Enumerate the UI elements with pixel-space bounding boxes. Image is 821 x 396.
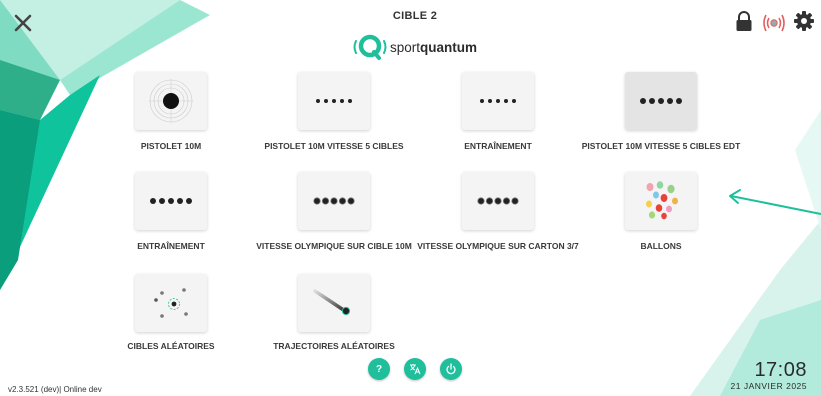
balloons-icon — [646, 181, 678, 220]
annotation-arrow-icon — [729, 189, 821, 215]
mode-label: CIBLES ALÉATOIRES — [127, 341, 215, 351]
logo-mark-icon — [353, 34, 387, 60]
mode-tile-pistolet-vitesse-5[interactable] — [298, 72, 370, 130]
mode-label: PISTOLET 10M VITESSE 5 CIBLES EDT — [581, 141, 741, 151]
trajectory-icon — [313, 289, 351, 316]
five-ringed-dots-icon — [313, 197, 355, 205]
clock-time: 17:08 — [754, 359, 807, 381]
mode-label: ENTRAÎNEMENT — [137, 241, 205, 251]
five-big-dots-icon — [640, 98, 682, 104]
mode-tile-pistolet-10m[interactable] — [135, 72, 207, 130]
mode-label: BALLONS — [640, 241, 682, 251]
lock-icon[interactable] — [733, 10, 755, 32]
close-button[interactable] — [10, 10, 36, 36]
mode-label: VITESSE OLYMPIQUE SUR CIBLE 10M — [256, 241, 412, 251]
mode-tile-trajectoires-aleatoires[interactable] — [298, 274, 370, 332]
mode-tile-ballons[interactable] — [625, 172, 697, 230]
power-icon — [446, 363, 456, 375]
logo-text: sportquantum — [390, 39, 478, 55]
target-title: CIBLE 2 — [392, 10, 438, 22]
mode-tile-vitesse-olympique-carton[interactable] — [462, 172, 534, 230]
five-dots-icon — [480, 99, 516, 103]
version-label: v2.3.521 (dev)| Online dev — [8, 385, 102, 394]
clock-date: 21 JANVIER 2025 — [730, 381, 807, 391]
mode-tile-cibles-aleatoires[interactable] — [135, 274, 207, 332]
top-toolbar — [733, 10, 815, 32]
pistol-target-icon — [149, 79, 193, 123]
mode-tile-entrainement-2[interactable] — [135, 172, 207, 230]
close-icon — [14, 14, 32, 32]
help-icon: ? — [375, 363, 383, 375]
wireless-sensor-icon[interactable] — [761, 10, 787, 32]
help-button[interactable]: ? — [368, 358, 390, 380]
five-dots-icon — [316, 99, 352, 103]
mode-tile-entrainement-1[interactable] — [462, 72, 534, 130]
translate-button[interactable] — [404, 358, 426, 380]
clock: 17:08 21 JANVIER 2025 — [731, 359, 807, 391]
power-button[interactable] — [440, 358, 462, 380]
random-targets-icon — [154, 288, 188, 318]
mode-label: TRAJECTOIRES ALÉATOIRES — [273, 341, 395, 351]
gear-icon[interactable] — [793, 10, 815, 32]
mode-label: PISTOLET 10M — [140, 141, 202, 151]
five-big-dots-icon — [150, 198, 192, 204]
translate-icon — [410, 364, 421, 375]
mode-tile-vitesse-olympique-cible[interactable] — [298, 172, 370, 230]
mode-tile-pistolet-vitesse-5-edt[interactable] — [625, 72, 697, 130]
mode-label: VITESSE OLYMPIQUE SUR CARTON 3/7 — [417, 241, 579, 251]
sportquantum-logo: sportquantum — [352, 33, 492, 61]
mode-label: PISTOLET 10M VITESSE 5 CIBLES — [264, 141, 404, 151]
mode-label: ENTRAÎNEMENT — [464, 141, 532, 151]
five-ringed-dots-icon — [477, 197, 519, 205]
